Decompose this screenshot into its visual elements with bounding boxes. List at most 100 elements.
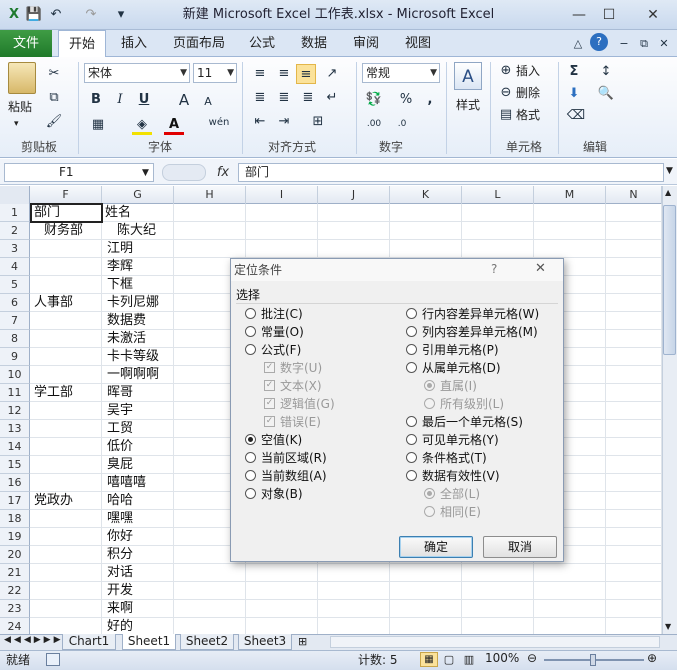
align-bottom-icon[interactable]: ≡ xyxy=(296,64,316,84)
column-header[interactable]: G xyxy=(102,186,174,204)
sort-filter-icon[interactable]: ↕ xyxy=(596,62,616,82)
sheet-tab-chart1[interactable]: Chart1 xyxy=(62,634,116,650)
radio-label[interactable]: 对象(B) xyxy=(261,487,303,501)
font-color-icon[interactable]: A xyxy=(164,115,184,135)
radio-button[interactable] xyxy=(406,326,417,337)
paste-icon[interactable] xyxy=(8,62,36,94)
radio-label[interactable]: 公式(F) xyxy=(261,343,301,357)
align-left-icon[interactable]: ≣ xyxy=(250,88,270,108)
radio-label[interactable]: 列内容差异单元格(M) xyxy=(422,325,538,339)
column-header[interactable]: F xyxy=(30,186,102,204)
cell-g[interactable]: 陈大纪 xyxy=(117,222,156,240)
tab-file[interactable]: 文件 xyxy=(0,30,52,57)
tab-insert[interactable]: 插入 xyxy=(112,30,156,57)
align-top-icon[interactable]: ≡ xyxy=(250,64,270,84)
restore-button[interactable]: ☐ xyxy=(596,4,622,26)
dialog-close-button[interactable]: ✕ xyxy=(535,261,546,276)
column-header[interactable]: H xyxy=(174,186,246,204)
tab-data[interactable]: 数据 xyxy=(294,30,334,57)
fill-color-icon[interactable]: ◈ xyxy=(132,115,152,135)
align-center-icon[interactable]: ≣ xyxy=(274,88,294,108)
tab-formulas[interactable]: 公式 xyxy=(242,30,282,57)
cell-g[interactable]: 嘻嘻嘻 xyxy=(107,474,146,492)
cell-g[interactable]: 江明 xyxy=(107,240,133,258)
tab-home[interactable]: 开始 xyxy=(58,30,106,58)
row-header[interactable]: 10 xyxy=(0,366,30,384)
row-header[interactable]: 21 xyxy=(0,564,30,582)
radio-button[interactable] xyxy=(245,452,256,463)
row-header[interactable]: 9 xyxy=(0,348,30,366)
font-size-select[interactable]: 11 ▼ xyxy=(193,63,237,83)
increase-indent-icon[interactable]: ⇥ xyxy=(274,112,294,132)
radio-button[interactable] xyxy=(245,434,256,445)
row-header[interactable]: 11 xyxy=(0,384,30,402)
cell-g[interactable]: 数据费 xyxy=(107,312,146,330)
radio-button[interactable] xyxy=(406,452,417,463)
font-name-select[interactable]: 宋体 ▼ xyxy=(84,63,190,83)
delete-button[interactable]: 删除 xyxy=(516,84,540,102)
cell-f[interactable]: 人事部 xyxy=(34,294,73,312)
name-box[interactable]: F1 xyxy=(4,163,154,182)
shrink-font-button[interactable]: A xyxy=(198,92,218,112)
row-header[interactable]: 5 xyxy=(0,276,30,294)
number-format-select[interactable]: 常规 ▼ xyxy=(362,63,440,83)
radio-button[interactable] xyxy=(245,308,256,319)
column-header[interactable]: N xyxy=(606,186,662,204)
zoom-slider-thumb[interactable] xyxy=(590,654,596,666)
currency-icon[interactable]: 💱 xyxy=(364,90,384,110)
collapse-ribbon-icon[interactable]: △ xyxy=(568,34,588,54)
radio-button[interactable] xyxy=(245,326,256,337)
radio-label[interactable]: 行内容差异单元格(W) xyxy=(422,307,539,321)
cell-f[interactable]: 财务部 xyxy=(44,222,83,240)
cell-g[interactable]: 积分 xyxy=(107,546,133,564)
format-button[interactable]: 格式 xyxy=(516,106,540,124)
format-painter-icon[interactable]: 🖌 xyxy=(44,112,64,132)
sheet-tab-sheet3[interactable]: Sheet3 xyxy=(238,634,292,650)
row-header[interactable]: 15 xyxy=(0,456,30,474)
radio-button[interactable] xyxy=(406,470,417,481)
cell-g[interactable]: 李辉 xyxy=(107,258,133,276)
radio-label[interactable]: 常量(O) xyxy=(261,325,304,339)
row-header[interactable]: 16 xyxy=(0,474,30,492)
radio-button[interactable] xyxy=(245,470,256,481)
grow-font-button[interactable]: A xyxy=(174,90,194,110)
decrease-decimal-icon[interactable]: .0 xyxy=(392,114,412,134)
comma-button[interactable]: , xyxy=(420,90,440,110)
cell-g[interactable]: 姓名 xyxy=(105,204,131,222)
cancel-button[interactable]: 取消 xyxy=(483,536,557,558)
vertical-scroll-thumb[interactable] xyxy=(663,205,676,355)
minimize-button[interactable]: — xyxy=(566,4,592,26)
row-header[interactable]: 19 xyxy=(0,528,30,546)
tab-view[interactable]: 视图 xyxy=(398,30,438,57)
radio-label[interactable]: 批注(C) xyxy=(261,307,303,321)
sheet-tab-sheet1[interactable]: Sheet1 xyxy=(122,634,176,650)
radio-button[interactable] xyxy=(406,416,417,427)
macro-record-icon[interactable] xyxy=(46,653,60,666)
workbook-minimize-icon[interactable]: − xyxy=(614,34,634,54)
cut-icon[interactable]: ✂ xyxy=(44,64,64,84)
sheet-tab-sheet2[interactable]: Sheet2 xyxy=(180,634,234,650)
increase-decimal-icon[interactable]: .00 xyxy=(364,114,384,134)
cell-g[interactable]: 来啊 xyxy=(107,600,133,618)
format-cells-icon[interactable]: ▤ xyxy=(496,105,516,125)
radio-button[interactable] xyxy=(406,362,417,373)
phonetic-icon[interactable]: wén xyxy=(206,113,232,133)
column-header[interactable]: I xyxy=(246,186,318,204)
radio-label[interactable]: 空值(K) xyxy=(261,433,302,447)
radio-label[interactable]: 最后一个单元格(S) xyxy=(422,415,523,429)
paste-dropdown-icon[interactable]: ▾ xyxy=(14,115,19,133)
zoom-out-icon[interactable]: ⊖ xyxy=(527,651,537,665)
dialog-help-button[interactable]: ? xyxy=(491,262,497,276)
chevron-down-icon[interactable]: ▼ xyxy=(142,168,149,178)
autosum-icon[interactable]: Σ xyxy=(564,62,584,82)
cell-g[interactable]: 吴宇 xyxy=(107,402,133,420)
delete-cells-icon[interactable]: ⊖ xyxy=(496,83,516,103)
tab-page-layout[interactable]: 页面布局 xyxy=(166,30,232,57)
radio-label[interactable]: 当前区域(R) xyxy=(261,451,327,465)
close-window-button[interactable]: ✕ xyxy=(640,4,666,26)
formula-input[interactable]: 部门 xyxy=(238,163,664,182)
paste-button[interactable]: 粘贴 xyxy=(8,98,32,116)
cell-g[interactable]: 开发 xyxy=(107,582,133,600)
copy-icon[interactable]: ⧉ xyxy=(44,88,64,108)
insert-button[interactable]: 插入 xyxy=(516,62,540,80)
